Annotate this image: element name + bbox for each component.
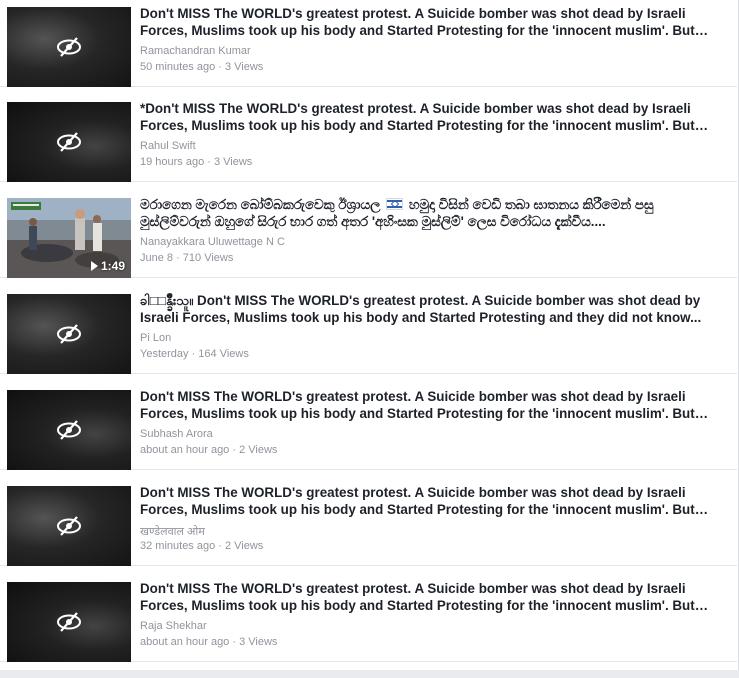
video-meta: about an hour ago · 3 Views — [140, 636, 278, 648]
video-author[interactable]: Rahul Swift — [140, 140, 196, 152]
video-thumbnail[interactable] — [7, 294, 131, 374]
hidden-eye-icon — [57, 516, 81, 536]
list-item[interactable]: Don't MISS The WORLD's greatest protest.… — [0, 479, 737, 566]
video-title[interactable]: Don't MISS The WORLD's greatest protest.… — [140, 388, 720, 422]
title-part: මරාගෙන මැරෙන බෝම්බකරුවෙකු ඊශ්‍රායල — [140, 197, 381, 212]
video-title[interactable]: *Don't MISS The WORLD's greatest protest… — [140, 100, 720, 134]
video-meta: June 8 · 710 Views — [140, 252, 234, 264]
video-title[interactable]: Don't MISS The WORLD's greatest protest.… — [140, 580, 720, 614]
list-item[interactable]: ခါ□□န္ခ်ိဳးသူ။ Don't MISS The WORLD's gr… — [0, 287, 737, 374]
video-title[interactable]: Don't MISS The WORLD's greatest protest.… — [140, 5, 720, 39]
video-thumbnail[interactable] — [7, 486, 131, 566]
video-meta: 50 minutes ago · 3 Views — [140, 61, 264, 73]
hidden-eye-icon — [57, 37, 81, 57]
video-title[interactable]: Don't MISS The WORLD's greatest protest.… — [140, 484, 720, 518]
video-author[interactable]: Subhash Arora — [140, 428, 213, 440]
list-item[interactable]: *Don't MISS The WORLD's greatest protest… — [0, 95, 737, 182]
video-author[interactable]: खण्डेलवाल ओम — [140, 524, 205, 539]
video-thumbnail[interactable] — [7, 7, 131, 87]
video-thumbnail[interactable] — [7, 390, 131, 470]
video-meta: Yesterday · 164 Views — [140, 348, 249, 360]
video-meta: 19 hours ago · 3 Views — [140, 156, 253, 168]
video-duration: 1:49 — [90, 259, 125, 273]
video-meta: 32 minutes ago · 2 Views — [140, 540, 264, 552]
video-title[interactable]: ခါ□□န္ခ်ိဳးသူ။ Don't MISS The WORLD's gr… — [140, 292, 720, 326]
video-thumbnail[interactable] — [7, 102, 131, 182]
video-author[interactable]: Raja Shekhar — [140, 620, 207, 632]
hidden-eye-icon — [57, 132, 81, 152]
video-results-list: Don't MISS The WORLD's greatest protest.… — [0, 0, 739, 670]
list-item[interactable]: Don't MISS The WORLD's greatest protest.… — [0, 575, 737, 662]
hidden-eye-icon — [57, 420, 81, 440]
list-item[interactable]: 1:49 මරාගෙන මැරෙන බෝම්බකරුවෙකු ඊශ්‍රායල … — [0, 191, 737, 278]
play-icon — [90, 261, 98, 271]
video-author[interactable]: Nanayakkara Uluwettage N C — [140, 236, 285, 248]
video-meta: about an hour ago · 2 Views — [140, 444, 278, 456]
video-thumbnail[interactable] — [7, 582, 131, 662]
video-thumbnail[interactable]: 1:49 — [7, 198, 131, 278]
video-author[interactable]: Ramachandran Kumar — [140, 45, 251, 57]
hidden-eye-icon — [57, 612, 81, 632]
duration-label: 1:49 — [100, 259, 125, 273]
hidden-eye-icon — [57, 324, 81, 344]
video-author[interactable]: Pi Lon — [140, 332, 171, 344]
video-title[interactable]: මරාගෙන මැරෙන බෝම්බකරුවෙකු ඊශ්‍රායල හමුදා… — [140, 196, 720, 230]
list-item[interactable]: Don't MISS The WORLD's greatest protest.… — [0, 0, 737, 87]
list-item[interactable]: Don't MISS The WORLD's greatest protest.… — [0, 383, 737, 470]
israel-flag-icon — [386, 198, 404, 210]
